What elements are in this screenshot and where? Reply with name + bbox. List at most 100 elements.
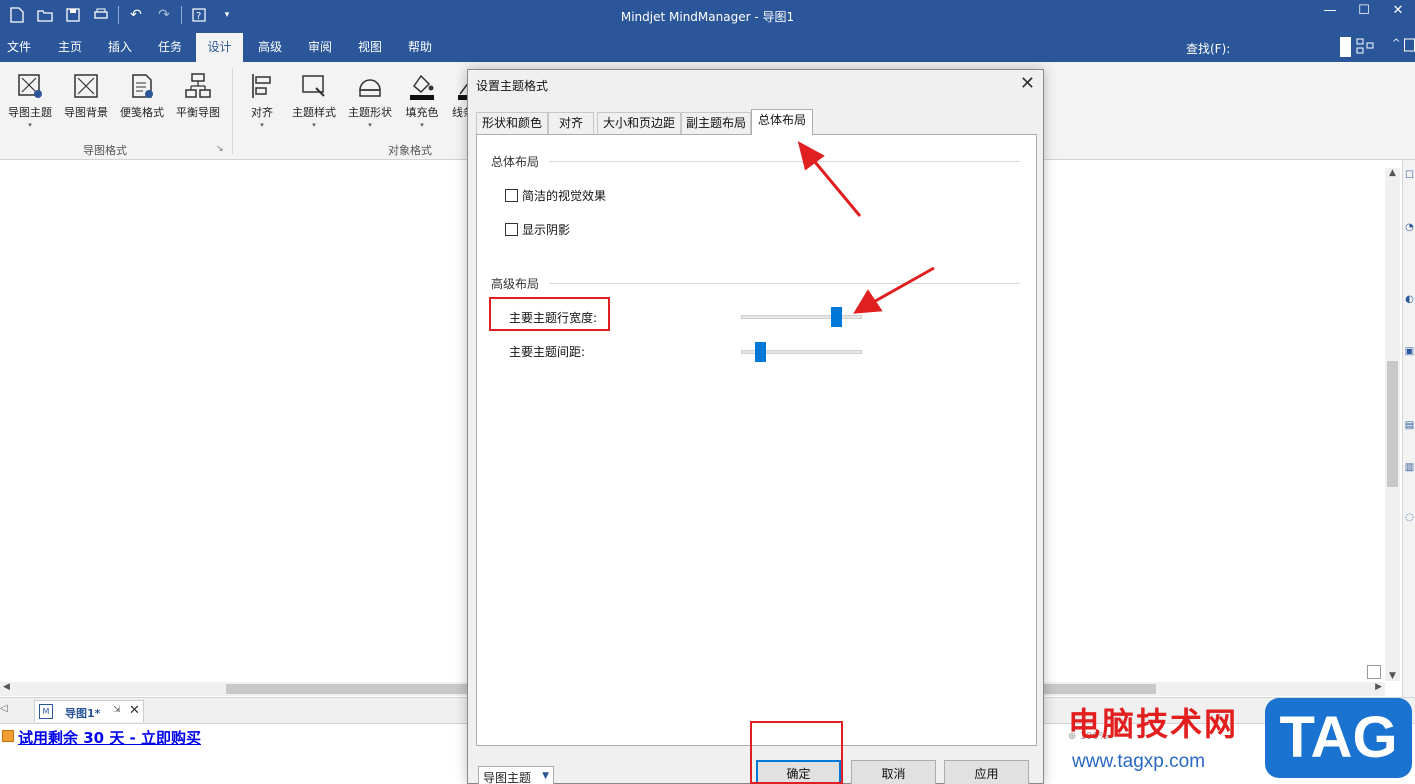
section-advanced-heading: 高级布局 — [491, 277, 540, 291]
collapse-ribbon-icon[interactable]: ^ — [1392, 38, 1400, 49]
ribbon-tabs: 文件 主页 插入 任务 设计 高级 审阅 视图 帮助 查找(F): ^ — [0, 33, 1415, 62]
watermark-cn-text: 电脑技术网 — [1068, 705, 1239, 743]
chevron-down-icon: ▼ — [542, 771, 549, 781]
library-pane-icon[interactable]: ☐ — [1403, 170, 1415, 181]
note-format-icon — [128, 72, 156, 100]
tab-file[interactable]: 文件 — [0, 33, 38, 62]
map-theme-button[interactable]: 导图主题 ▾ — [2, 72, 58, 129]
right-task-pane-strip: ☐ ◔ ◐ ▣ ▤ ▥ ◌ — [1402, 160, 1415, 700]
cancel-button[interactable]: 取消 — [851, 760, 936, 784]
annotation-highlight-ok — [750, 721, 843, 784]
main-topic-spacing-label: 主要主题间距: — [509, 345, 586, 359]
clean-visual-checkbox-row[interactable]: 简洁的视觉效果 — [505, 187, 606, 204]
dialog-launcher-icon[interactable]: ↘ — [216, 144, 224, 154]
format-topic-dialog: 设置主题格式 ✕ 形状和颜色 对齐 大小和页边距 副主题布局 总体布局 总体布局… — [467, 69, 1044, 784]
show-shadow-label: 显示阴影 — [522, 223, 571, 237]
annotation-highlight-line-width — [489, 297, 610, 331]
maximize-button[interactable]: ☐ — [1347, 0, 1381, 24]
align-button[interactable]: 对齐 ▾ — [234, 72, 290, 129]
main-topic-line-width-slider[interactable] — [741, 307, 862, 327]
apply-to-value: 导图主题 — [483, 771, 532, 784]
tab-insert[interactable]: 插入 — [100, 33, 140, 62]
vertical-scroll-thumb[interactable] — [1387, 361, 1398, 487]
map-topic-icon — [16, 72, 44, 100]
dialog-title: 设置主题格式 — [476, 79, 549, 93]
scroll-down-arrow-icon[interactable]: ▼ — [1385, 671, 1400, 681]
minimize-button[interactable]: — — [1313, 0, 1347, 24]
scroll-right-arrow-icon[interactable]: ▶ — [1375, 682, 1382, 692]
tab-advanced[interactable]: 高级 — [250, 33, 290, 62]
scroll-up-arrow-icon[interactable]: ▲ — [1385, 168, 1400, 178]
task-info-pane-icon[interactable]: ◔ — [1403, 222, 1415, 233]
document-tab-close-button[interactable]: ✕ — [129, 703, 140, 718]
title-bar: ↶ ↷ ? ▾ Mindjet MindManager - 导图1 — ☐ ✕ — [0, 0, 1415, 33]
document-tab[interactable]: M 导图1* ⇲ ✕ — [34, 700, 144, 722]
tab-size-and-margins[interactable]: 大小和页边距 — [597, 112, 681, 134]
apply-to-dropdown[interactable]: 导图主题 ▼ — [478, 766, 554, 784]
section-divider — [549, 283, 1020, 284]
window-title: Mindjet MindManager - 导图1 — [620, 10, 795, 24]
tab-general-layout[interactable]: 总体布局 — [751, 109, 813, 135]
tab-options-icon[interactable]: ⇲ — [113, 705, 121, 715]
line-color-button[interactable]: 线条 — [446, 72, 468, 120]
main-topic-line-width-thumb[interactable] — [831, 307, 842, 327]
tab-review[interactable]: 审阅 — [300, 33, 340, 62]
show-shadow-checkbox[interactable] — [505, 223, 518, 236]
tab-view[interactable]: 视图 — [350, 33, 390, 62]
topic-shape-button[interactable]: 主题形状 ▾ — [342, 72, 398, 129]
general-layout-panel: 总体布局 简洁的视觉效果 显示阴影 高级布局 主要主题行宽度: 主要主题间距: — [476, 134, 1037, 746]
fill-color-button[interactable]: 填充色 ▾ — [394, 72, 450, 129]
ribbon-group-separator — [232, 68, 233, 154]
main-topic-spacing-slider[interactable] — [741, 342, 862, 362]
trial-buy-link[interactable]: 试用剩余 30 天 - 立即购买 — [18, 727, 201, 748]
section-divider — [549, 161, 1020, 162]
group-object-format-label: 对象格式 — [388, 144, 432, 157]
tab-shape-and-color[interactable]: 形状和颜色 — [476, 112, 548, 134]
map-background-icon — [72, 72, 100, 100]
map-background-button[interactable]: 导图背景 — [58, 72, 114, 120]
align-icon — [248, 72, 276, 100]
tab-scroll-left-icon[interactable]: ◁ — [0, 703, 8, 714]
ribbon-help-icon[interactable] — [1404, 38, 1415, 55]
trial-icon — [2, 730, 14, 742]
resources-pane-icon[interactable]: ◐ — [1403, 294, 1415, 305]
find-input[interactable] — [1340, 37, 1351, 57]
document-tab-title: 导图1* — [65, 707, 101, 720]
browser-pane-icon[interactable]: ◌ — [1403, 512, 1415, 523]
topic-shape-icon — [356, 72, 384, 100]
clean-visual-label: 简洁的视觉效果 — [522, 189, 607, 203]
map-parts-pane-icon[interactable]: ▣ — [1403, 346, 1415, 357]
fill-color-icon — [408, 72, 436, 100]
tab-subtopic-layout[interactable]: 副主题布局 — [681, 112, 751, 134]
tab-home[interactable]: 主页 — [50, 33, 90, 62]
map-view-icon[interactable] — [1356, 38, 1378, 57]
tab-alignment[interactable]: 对齐 — [548, 112, 594, 134]
clean-visual-checkbox[interactable] — [505, 189, 518, 202]
window-controls: — ☐ ✕ — [1313, 0, 1415, 24]
apply-button[interactable]: 应用 — [944, 760, 1029, 784]
watermark-url: www.tagxp.com — [1072, 751, 1206, 772]
balance-map-icon — [184, 72, 212, 100]
close-window-button[interactable]: ✕ — [1381, 0, 1415, 24]
notes-pane-icon[interactable]: ▤ — [1403, 420, 1415, 431]
section-general-heading: 总体布局 — [491, 155, 540, 169]
zoom-fit-icon[interactable] — [1367, 665, 1381, 679]
main-topic-spacing-thumb[interactable] — [755, 342, 766, 362]
group-map-format-label: 导图格式 — [83, 144, 127, 157]
vertical-scrollbar[interactable]: ▲ ▼ — [1385, 168, 1400, 681]
topic-style-icon — [300, 72, 328, 100]
search-pane-icon[interactable]: ▥ — [1403, 462, 1415, 473]
tab-design[interactable]: 设计 — [196, 33, 243, 62]
find-label: 查找(F): — [1186, 42, 1231, 56]
watermark-tag-logo: TAG — [1265, 698, 1412, 778]
note-format-button[interactable]: 便笺格式 — [114, 72, 170, 120]
tab-task[interactable]: 任务 — [150, 33, 190, 62]
tab-help[interactable]: 帮助 — [400, 33, 440, 62]
watermark: 电脑技术网 www.tagxp.com TAG — [1060, 693, 1415, 784]
mindmap-document-icon: M — [39, 704, 53, 719]
balance-map-button[interactable]: 平衡导图 — [170, 72, 226, 120]
dialog-close-button[interactable]: ✕ — [1020, 73, 1035, 94]
topic-style-button[interactable]: 主题样式 ▾ — [286, 72, 342, 129]
show-shadow-checkbox-row[interactable]: 显示阴影 — [505, 221, 570, 238]
scroll-left-arrow-icon[interactable]: ◀ — [3, 682, 10, 692]
